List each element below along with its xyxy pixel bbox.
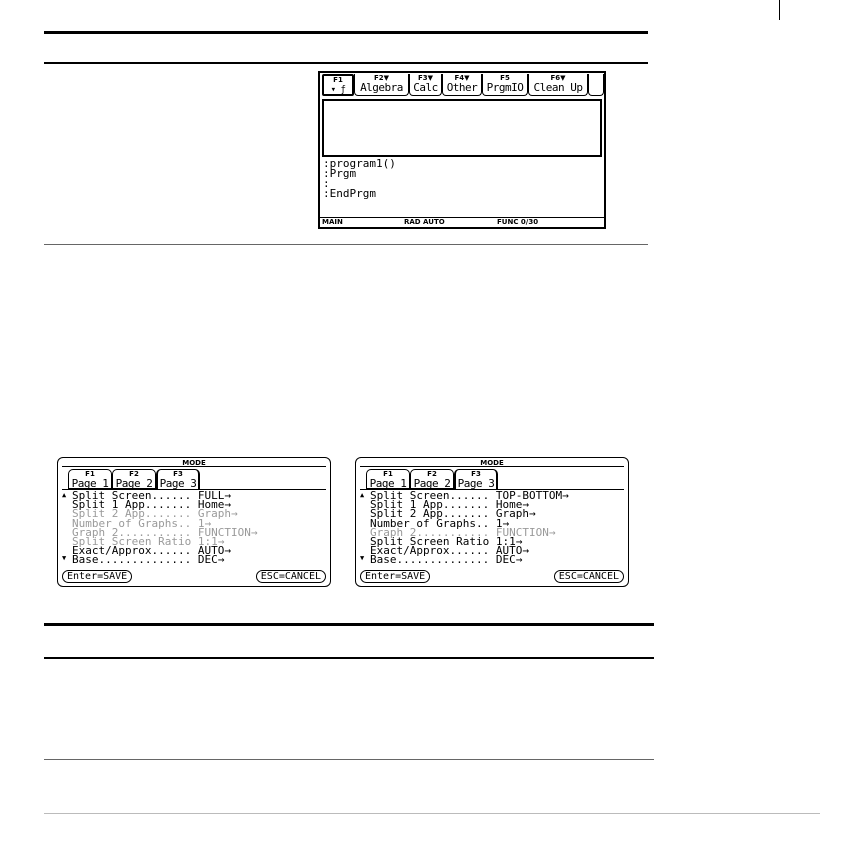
tools-icon: ▾ ƒ [330, 85, 346, 95]
mode-settings-list: Split Screen...... TOP-BOTTOM→ Split 1 A… [370, 490, 569, 567]
scroll-up-icon[interactable]: ▲ [62, 491, 66, 499]
table-top-rule [44, 62, 648, 64]
save-button[interactable]: Enter=SAVE [360, 570, 431, 583]
tab-page-2[interactable]: F2 Page 2 [112, 469, 156, 489]
program-line: :Prgm [323, 167, 357, 180]
status-folder: MAIN [322, 218, 343, 226]
setting-value: DEC→ [495, 553, 523, 567]
toolbar-f4-other[interactable]: F4▼ Other [442, 74, 482, 96]
fkey-label: F1 [333, 76, 343, 84]
table-bottom-rule-2 [44, 759, 654, 760]
scroll-up-icon[interactable]: ▲ [360, 491, 364, 499]
tab-page-3[interactable]: F3 Page 3 [454, 469, 498, 490]
setting-name: Base.............. [370, 553, 490, 567]
setting-value: DEC→ [197, 553, 225, 567]
save-button[interactable]: Enter=SAVE [62, 570, 133, 583]
tab-page-3[interactable]: F3 Page 3 [156, 469, 200, 490]
cancel-button[interactable]: ESC=CANCEL [255, 570, 326, 583]
tab-page-1[interactable]: F1 Page 1 [68, 469, 112, 489]
mode-settings-list: Split Screen...... FULL→ Split 1 App....… [72, 490, 257, 567]
mode-dialog-top-bottom: MODE F1 Page 1 F2 Page 2 F3 Page 3 ▲ ▼ S… [355, 457, 629, 587]
tab-page-1[interactable]: F1 Page 1 [366, 469, 410, 489]
tab-label: Page 1 [71, 477, 109, 490]
footer-rule [44, 813, 820, 814]
mode-dialog-full: MODE F1 Page 1 F2 Page 2 F3 Page 3 ▲ ▼ S… [57, 457, 331, 587]
crop-mark [779, 0, 780, 20]
toolbar-f5-prgmio[interactable]: F5 PrgmIO [482, 74, 528, 96]
tab-label: Page 1 [369, 477, 407, 490]
setting-row[interactable]: Base.............. DEC→ [370, 553, 569, 567]
history-area [322, 99, 602, 157]
tab-label: Page 3 [159, 477, 197, 490]
section-rule [44, 623, 654, 626]
toolbar-f2-algebra[interactable]: F2▼ Algebra [354, 74, 409, 96]
toolbar-f3-calc[interactable]: F3▼ Calc [409, 74, 442, 96]
cancel-button[interactable]: ESC=CANCEL [553, 570, 624, 583]
toolbar-label: Other [446, 81, 478, 94]
header-rule [44, 31, 648, 34]
tab-label: Page 2 [413, 477, 451, 490]
toolbar-f6-cleanup[interactable]: F6▼ Clean Up [528, 74, 588, 96]
toolbar-label: PrgmIO [486, 81, 524, 94]
tab-label: Page 3 [457, 477, 495, 490]
status-line: MAIN RAD AUTO FUNC 0/30 [320, 217, 604, 227]
toolbar-label: Calc [413, 81, 438, 94]
program-text[interactable]: :program1() :Prgm : :EndPrgm [323, 158, 396, 200]
status-func: FUNC 0/30 [497, 218, 539, 226]
program-editor-screen: F1 ▾ ƒ F2▼ Algebra F3▼ Calc F4▼ Other F5… [318, 71, 606, 229]
scroll-down-icon[interactable]: ▼ [62, 554, 66, 562]
toolbar-f1-tools[interactable]: F1 ▾ ƒ [322, 74, 354, 96]
title-divider [62, 466, 326, 467]
toolbar: F1 ▾ ƒ F2▼ Algebra F3▼ Calc F4▼ Other F5… [322, 74, 604, 98]
toolbar-label: Algebra [360, 81, 403, 94]
toolbar-label: Clean Up [533, 81, 583, 94]
toolbar-empty-slot [588, 74, 604, 96]
program-line: :EndPrgm [323, 187, 376, 200]
scroll-down-icon[interactable]: ▼ [360, 554, 364, 562]
setting-name: Base.............. [72, 553, 192, 567]
title-divider [360, 466, 624, 467]
tab-label: Page 2 [115, 477, 153, 490]
table-bottom-rule [44, 244, 648, 245]
status-mode: RAD AUTO [404, 218, 445, 226]
table-top-rule-2 [44, 657, 654, 659]
tab-page-2[interactable]: F2 Page 2 [410, 469, 454, 489]
